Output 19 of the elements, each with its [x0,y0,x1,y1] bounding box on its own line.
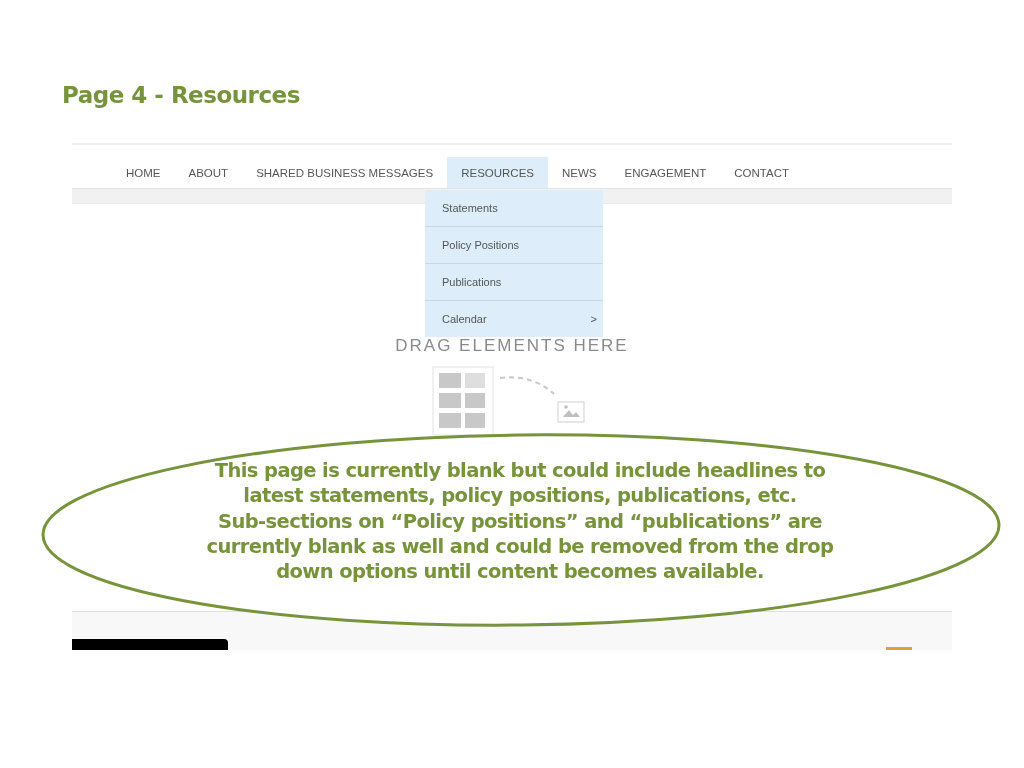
menu-item-label: Statements [442,202,498,214]
nav-tab[interactable]: ABOUT [174,157,243,188]
menu-item[interactable]: Policy Positions [425,227,603,264]
slide-title: Page 4 - Resources [62,82,300,108]
menu-item-label: Policy Positions [442,239,520,251]
callout-text: This page is currently blank but could include headlines to latest statements, policy positions, publications, etc. Sub-sections on “Policy positions” and “publications” are currently blank as well and could be removed from the drop down options until content becomes available. [205,458,835,585]
nav-tab[interactable]: NEWS [548,157,611,188]
nav-tab[interactable]: CONTACT [720,157,804,188]
nav-tab[interactable]: ENGAGEMENT [610,157,721,188]
nav-tab[interactable]: SHARED BUSINESS MESSAGES [242,157,448,188]
nav-tab[interactable]: HOME [112,157,175,188]
menu-item[interactable]: Publications [425,264,603,301]
submenu-arrow: > [590,313,597,325]
menu-item[interactable]: Statements [425,190,603,227]
nav-tab[interactable]: RESOURCES [447,157,548,188]
menu-item-label: Publications [442,276,502,288]
drop-hint: DRAG ELEMENTS HERE [395,336,629,356]
menu-item[interactable]: Calendar > [425,301,603,337]
menu-item-label: Calendar [442,313,487,325]
